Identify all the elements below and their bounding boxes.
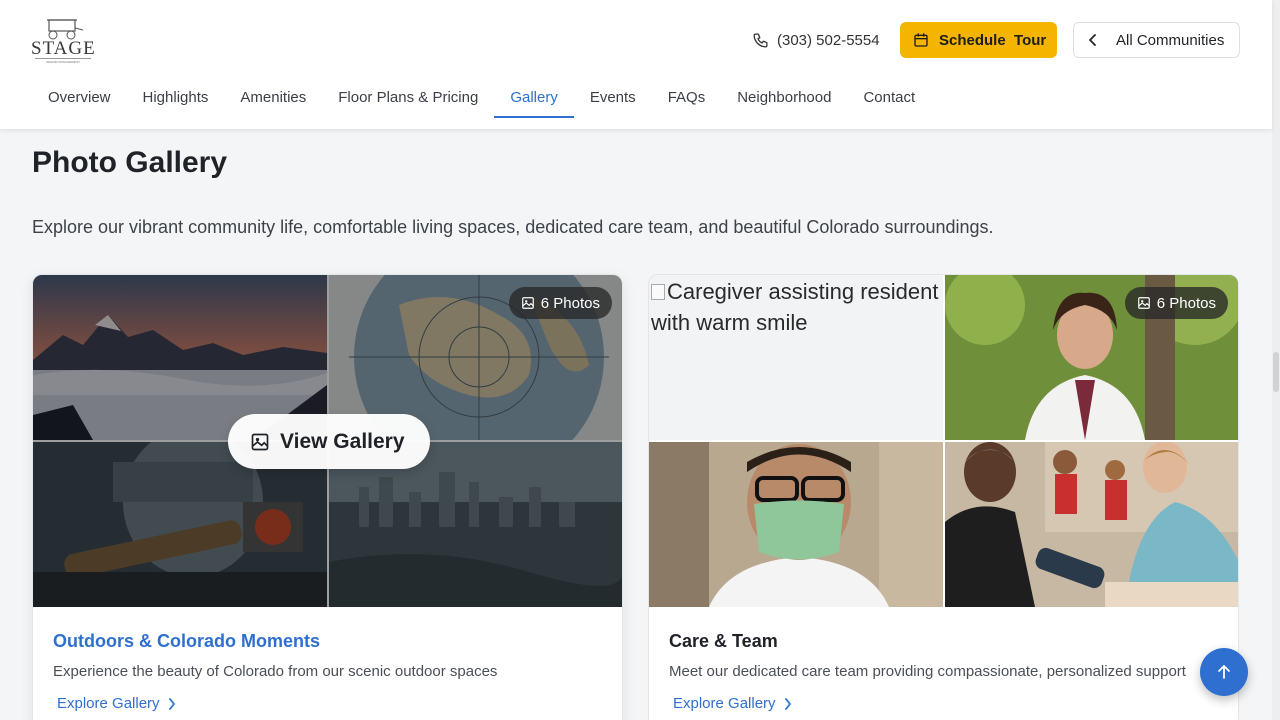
arrow-up-icon — [1218, 665, 1230, 679]
explore-gallery-link[interactable]: Explore Gallery — [673, 695, 792, 712]
card-title[interactable]: Outdoors & Colorado Moments — [53, 631, 320, 652]
tab-floor-plans-pricing[interactable]: Floor Plans & Pricing — [322, 78, 494, 118]
stagecoach-icon — [47, 19, 84, 40]
tab-neighborhood[interactable]: Neighborhood — [721, 78, 847, 118]
photo-count: 6 Photos — [1156, 294, 1216, 312]
explore-gallery-label: Explore Gallery — [57, 695, 160, 712]
card-title[interactable]: Care & Team — [669, 631, 778, 652]
chevron-left-icon — [1089, 34, 1096, 46]
phone-number: (303) 502-5554 — [777, 31, 880, 49]
section-nav: Overview Highlights Amenities Floor Plan… — [32, 78, 931, 118]
view-gallery-label: View Gallery — [280, 429, 405, 453]
image-icon — [1137, 297, 1150, 309]
photo-grid[interactable]: Caregiver assisting resident with warm s… — [649, 275, 1238, 607]
photo-masked-nurse — [649, 442, 943, 607]
chevron-right-icon — [784, 697, 791, 710]
photo-count-badge: 6 Photos — [1124, 287, 1228, 319]
tab-gallery[interactable]: Gallery — [494, 78, 574, 118]
scroll-to-top-button[interactable] — [1200, 648, 1248, 696]
tab-overview[interactable]: Overview — [32, 78, 127, 118]
gallery-card-care-team[interactable]: Caregiver assisting resident with warm s… — [648, 274, 1239, 720]
tab-faqs[interactable]: FAQs — [652, 78, 722, 118]
calendar-icon — [914, 33, 928, 47]
schedule-tour-button[interactable]: Schedule Tour — [900, 22, 1057, 58]
phone-icon — [753, 32, 768, 48]
broken-image-icon — [651, 284, 665, 300]
page-title: Photo Gallery — [32, 146, 228, 179]
photo-count-badge: 6 Photos — [508, 287, 612, 319]
all-communities-button[interactable]: All Communities — [1073, 22, 1240, 58]
page: STAGE SENIOR MANAGEMENT (303) 502-5554 S… — [0, 0, 1280, 720]
chevron-right-icon — [168, 697, 175, 710]
photo-blood-pressure — [945, 442, 1238, 607]
phone-link[interactable]: (303) 502-5554 — [752, 30, 880, 50]
schedule-tour-label: Schedule Tour — [939, 31, 1047, 49]
tab-highlights[interactable]: Highlights — [127, 78, 225, 118]
logo-text: STAGE — [31, 38, 96, 59]
explore-gallery-link[interactable]: Explore Gallery — [57, 695, 176, 712]
view-gallery-button[interactable]: View Gallery — [228, 414, 430, 469]
scrollbar-thumb[interactable] — [1273, 352, 1279, 392]
gallery-intro: Explore our vibrant community life, comf… — [32, 217, 994, 237]
stage-logo[interactable]: STAGE SENIOR MANAGEMENT — [31, 16, 95, 64]
image-icon — [251, 433, 269, 450]
photo-broken-caregiver: Caregiver assisting resident with warm s… — [649, 275, 943, 440]
image-icon — [521, 297, 534, 309]
explore-gallery-label: Explore Gallery — [673, 695, 776, 712]
card-description: Meet our dedicated care team providing c… — [669, 663, 1186, 680]
broken-image-alt-text: Caregiver assisting resident with warm s… — [651, 279, 939, 335]
tab-contact[interactable]: Contact — [847, 78, 931, 118]
tab-events[interactable]: Events — [574, 78, 652, 118]
logo-subtext: SENIOR MANAGEMENT — [35, 58, 91, 64]
tab-amenities[interactable]: Amenities — [224, 78, 322, 118]
all-communities-label: All Communities — [1116, 31, 1225, 49]
photo-grid[interactable]: 6 Photos View Gallery — [33, 275, 622, 607]
gallery-card-outdoors[interactable]: 6 Photos View Gallery Outdoors & Colorad… — [32, 274, 623, 720]
site-header: STAGE SENIOR MANAGEMENT (303) 502-5554 S… — [0, 0, 1272, 129]
card-description: Experience the beauty of Colorado from o… — [53, 663, 498, 680]
photo-count: 6 Photos — [540, 294, 600, 312]
